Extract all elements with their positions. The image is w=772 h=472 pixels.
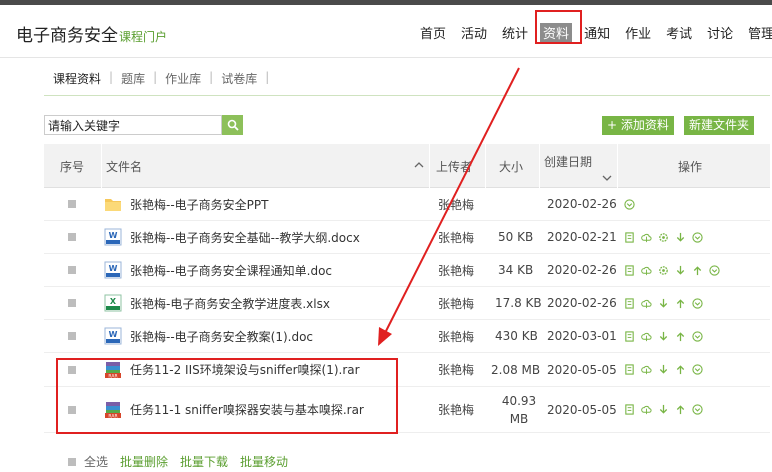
select-all-checkbox[interactable] [68,457,76,466]
select-all-label[interactable]: 全选 [84,453,108,470]
batch-download-link[interactable]: 批量下载 [180,453,228,470]
batch-delete-link[interactable]: 批量删除 [120,453,168,470]
batch-move-link[interactable]: 批量移动 [240,453,288,470]
batch-actions-bar: 全选 批量删除 批量下载 批量移动 [68,453,300,470]
annotation-arrow [378,67,520,346]
